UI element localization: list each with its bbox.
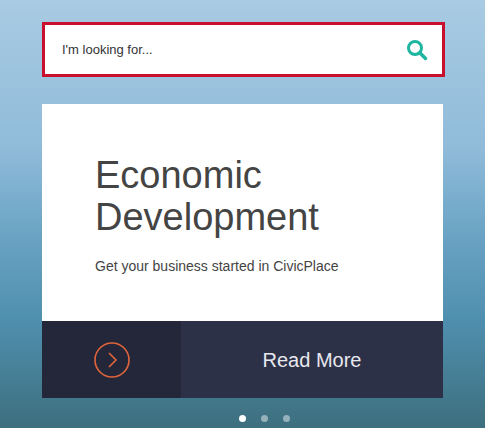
read-more-bar[interactable]: Read More — [42, 321, 443, 398]
carousel-dot[interactable] — [239, 415, 246, 422]
slide-content: Economic Development Get your business s… — [42, 104, 443, 321]
hero-background: Economic Development Get your business s… — [0, 0, 485, 428]
carousel-dot[interactable] — [283, 415, 290, 422]
slide-title: Economic Development — [95, 154, 403, 238]
slide-card: Economic Development Get your business s… — [42, 104, 443, 398]
arrow-box[interactable] — [42, 321, 181, 398]
carousel-dots — [42, 415, 443, 422]
read-more-button[interactable]: Read More — [263, 345, 362, 375]
slide-subtitle: Get your business started in CivicPlace — [95, 256, 403, 277]
chevron-icon[interactable] — [93, 341, 131, 379]
search-bar — [42, 22, 445, 77]
search-input[interactable] — [62, 40, 406, 60]
read-more-area[interactable]: Read More — [181, 321, 443, 398]
search-icon[interactable] — [406, 39, 428, 61]
carousel-dot[interactable] — [261, 415, 268, 422]
